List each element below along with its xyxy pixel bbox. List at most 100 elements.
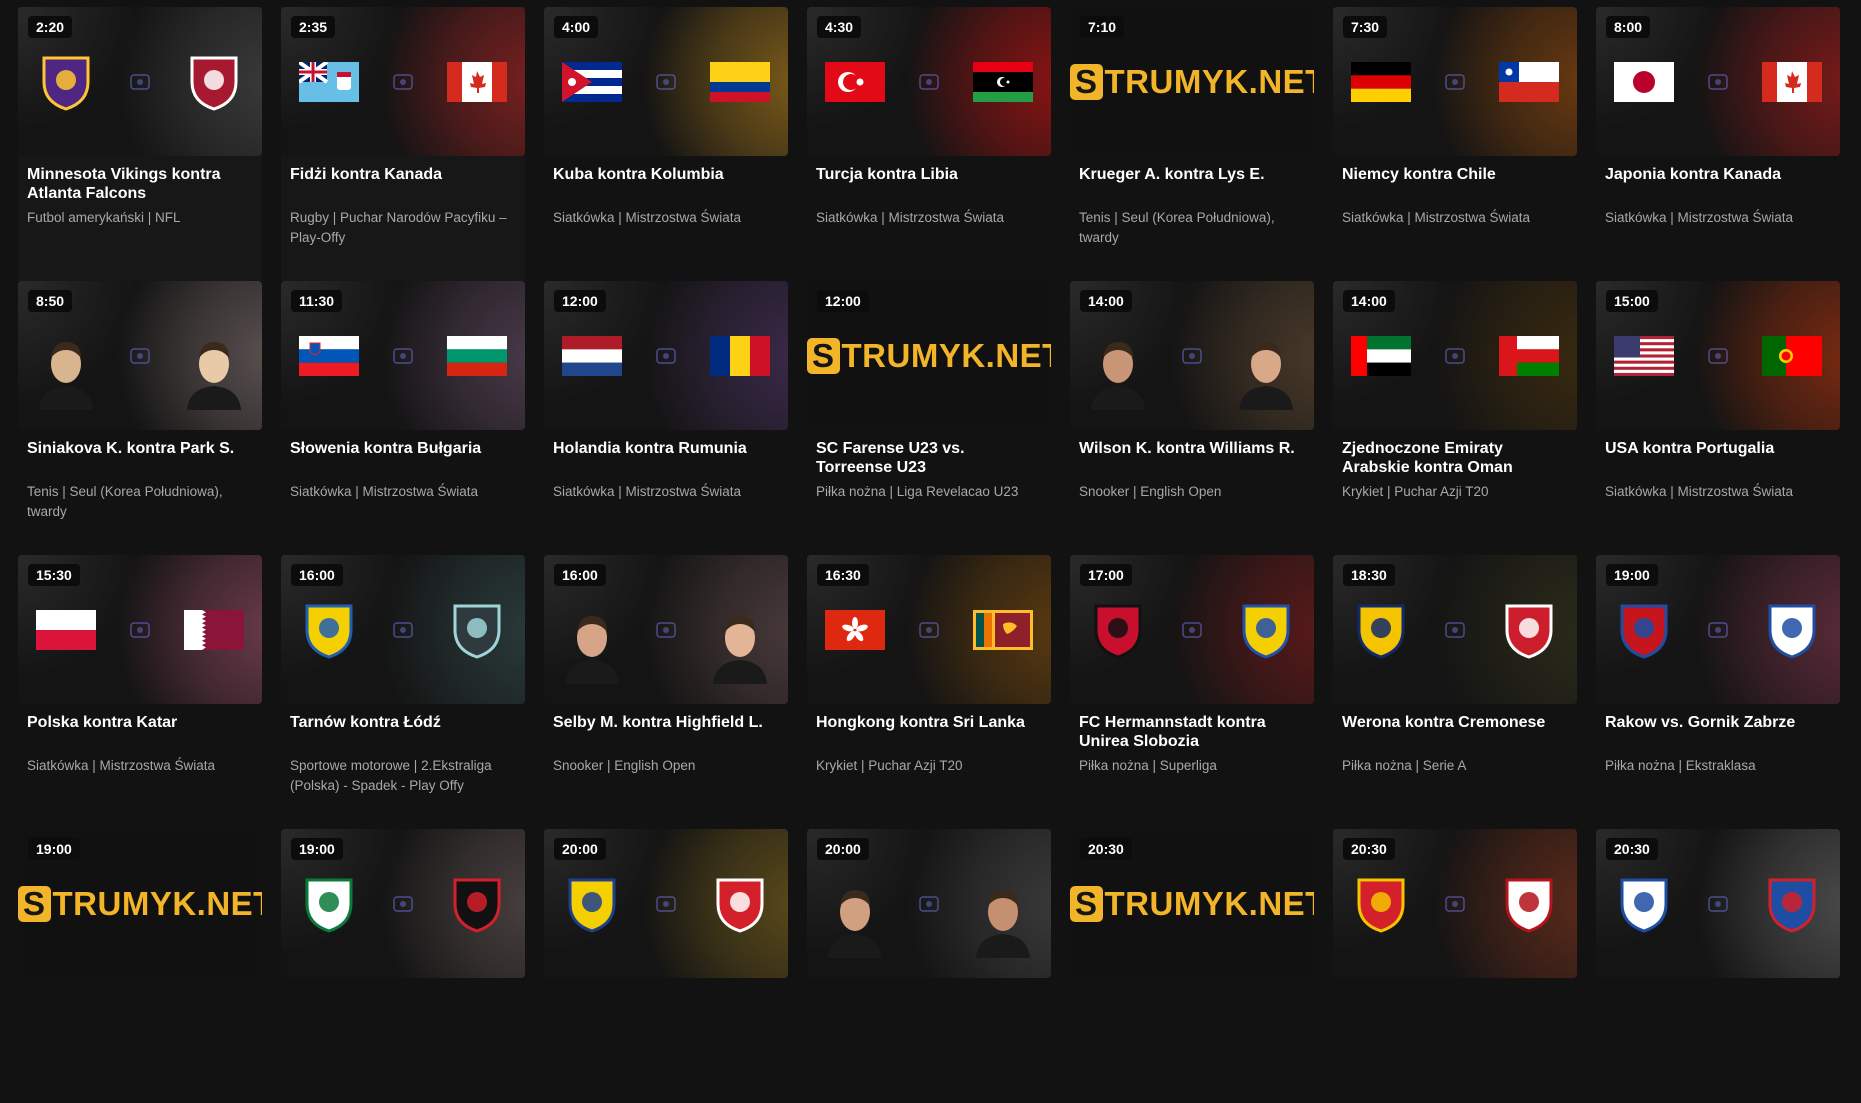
event-thumbnail[interactable]: 16:00: [281, 555, 525, 704]
event-title[interactable]: Japonia kontra Kanada: [1605, 165, 1830, 203]
event-title[interactable]: [27, 987, 252, 1025]
event-card[interactable]: 15:00 USA kontra Portugalia Siatkówka | M…: [1596, 281, 1840, 555]
event-thumbnail[interactable]: 8:50: [18, 281, 262, 430]
event-card[interactable]: 8:50 Siniakova K. kontra Park S. Tenis | …: [18, 281, 262, 555]
event-card[interactable]: 2:35 Fidżi kontra Kanada Rugby | Puchar N…: [281, 7, 525, 281]
player-right-photo: [183, 336, 245, 411]
event-card[interactable]: 19:00: [281, 829, 525, 1103]
event-card[interactable]: 20:30: [1596, 829, 1840, 1103]
player-left-photo: [1087, 336, 1149, 411]
event-thumbnail[interactable]: 2:20: [18, 7, 262, 156]
event-title[interactable]: [553, 987, 778, 1025]
event-thumbnail[interactable]: 20:30 STRUMYK.NET⚙: [1070, 829, 1314, 978]
event-title[interactable]: Zjednoczone Emiraty Arabskie kontra Oman: [1342, 439, 1567, 477]
event-thumbnail[interactable]: 4:30: [807, 7, 1051, 156]
event-title[interactable]: Krueger A. kontra Lys E.: [1079, 165, 1304, 203]
event-card[interactable]: 4:00 Kuba kontra Kolumbia Siatkówka | Mis…: [544, 7, 788, 281]
event-card[interactable]: 14:00 Zjednoczone Emiraty Arabskie kontr…: [1333, 281, 1577, 555]
event-thumbnail[interactable]: 16:30: [807, 555, 1051, 704]
event-card[interactable]: 18:30 Werona kontra Cremonese Piłka nożna…: [1333, 555, 1577, 829]
event-thumbnail[interactable]: 20:00: [807, 829, 1051, 978]
event-thumbnail[interactable]: 12:00 STRUMYK.NET⚙: [807, 281, 1051, 430]
event-title[interactable]: Polska kontra Katar: [27, 713, 252, 751]
event-title[interactable]: Turcja kontra Libia: [816, 165, 1041, 203]
event-title[interactable]: Holandia kontra Rumunia: [553, 439, 778, 477]
albacete-badge-icon: [1499, 874, 1559, 934]
flag-colombia-icon: [710, 61, 770, 102]
event-title[interactable]: [816, 987, 1041, 1025]
event-thumbnail[interactable]: 12:00: [544, 281, 788, 430]
event-thumbnail[interactable]: 11:30: [281, 281, 525, 430]
event-card[interactable]: 12:00 STRUMYK.NET⚙ SC Farense U23 vs. Torr…: [807, 281, 1051, 555]
event-thumbnail[interactable]: 7:30: [1333, 7, 1577, 156]
event-title[interactable]: Tarnów kontra Łódź: [290, 713, 515, 751]
event-thumbnail[interactable]: 7:10 STRUMYK.NET⚙: [1070, 7, 1314, 156]
event-card[interactable]: 11:30 Słowenia kontra Bułgaria Siatkówka …: [281, 281, 525, 555]
event-card[interactable]: 19:00 STRUMYK.NET⚙: [18, 829, 262, 1103]
event-thumbnail[interactable]: 17:00: [1070, 555, 1314, 704]
event-thumbnail[interactable]: 8:00: [1596, 7, 1840, 156]
event-title[interactable]: [1605, 987, 1830, 1025]
event-category: Piłka nożna | Superliga: [1079, 758, 1217, 773]
event-thumbnail[interactable]: 2:35: [281, 7, 525, 156]
event-title[interactable]: Kuba kontra Kolumbia: [553, 165, 778, 203]
event-title[interactable]: [1342, 987, 1567, 1025]
event-category: Tenis | Seul (Korea Południowa), twardy: [1079, 210, 1275, 245]
flag-libya-icon: [973, 61, 1033, 102]
event-category: Piłka nożna | Liga Revelacao U23: [816, 484, 1019, 499]
event-title[interactable]: [1079, 987, 1304, 1025]
event-thumbnail[interactable]: 4:00: [544, 7, 788, 156]
event-card[interactable]: 12:00 Holandia kontra Rumunia Siatkówka |…: [544, 281, 788, 555]
event-thumbnail[interactable]: 14:00: [1333, 281, 1577, 430]
event-thumbnail[interactable]: 20:30: [1333, 829, 1577, 978]
event-thumbnail[interactable]: 18:30: [1333, 555, 1577, 704]
event-card[interactable]: 8:00 Japonia kontra Kanada Siatkówka | Mi…: [1596, 7, 1840, 281]
event-title[interactable]: Siniakova K. kontra Park S.: [27, 439, 252, 477]
event-card[interactable]: 16:00 Selby M. kontra Highfield L. Snooke…: [544, 555, 788, 829]
event-time-badge: 7:10: [1080, 16, 1125, 38]
volley-icon: [655, 345, 677, 367]
event-category: Tenis | Seul (Korea Południowa), twardy: [27, 484, 223, 519]
snooker-icon: [655, 619, 677, 641]
event-title[interactable]: Rakow vs. Gornik Zabrze: [1605, 713, 1830, 751]
event-title[interactable]: FC Hermannstadt kontra Unirea Slobozia: [1079, 713, 1304, 751]
event-card[interactable]: 20:30: [1333, 829, 1577, 1103]
event-card[interactable]: 4:30 Turcja kontra Libia Siatkówka | Mist…: [807, 7, 1051, 281]
event-card[interactable]: 15:30 Polska kontra Katar Siatkówka | Mis…: [18, 555, 262, 829]
event-thumbnail[interactable]: 19:00: [1596, 555, 1840, 704]
event-title[interactable]: Wilson K. kontra Williams R.: [1079, 439, 1304, 477]
event-card[interactable]: 7:30 Niemcy kontra Chile Siatkówka | Mist…: [1333, 7, 1577, 281]
event-title[interactable]: [290, 987, 515, 1025]
event-card[interactable]: 19:00 Rakow vs. Gornik Zabrze Piłka nożna…: [1596, 555, 1840, 829]
event-title[interactable]: Hongkong kontra Sri Lanka: [816, 713, 1041, 751]
event-card[interactable]: 16:30 Hongkong kontra Sri Lanka Krykiet |…: [807, 555, 1051, 829]
event-card[interactable]: 20:30 STRUMYK.NET⚙: [1070, 829, 1314, 1103]
zaragoza-badge-icon: [1351, 874, 1411, 934]
event-thumbnail[interactable]: 19:00 STRUMYK.NET⚙: [18, 829, 262, 978]
event-card[interactable]: 2:20 Minnesota Vikings kontra Atlanta Fa…: [18, 7, 262, 281]
seriea-icon: [1444, 619, 1466, 641]
event-title[interactable]: Słowenia kontra Bułgaria: [290, 439, 515, 477]
event-title[interactable]: USA kontra Portugalia: [1605, 439, 1830, 477]
event-thumbnail[interactable]: 15:00: [1596, 281, 1840, 430]
event-thumbnail[interactable]: 15:30: [18, 555, 262, 704]
event-card[interactable]: 16:00 Tarnów kontra Łódź Sportowe motorow…: [281, 555, 525, 829]
event-thumbnail[interactable]: 14:00: [1070, 281, 1314, 430]
event-title[interactable]: Fidżi kontra Kanada: [290, 165, 515, 203]
event-card[interactable]: 20:00: [544, 829, 788, 1103]
event-card[interactable]: 17:00 FC Hermannstadt kontra Unirea Slob…: [1070, 555, 1314, 829]
event-thumbnail[interactable]: 20:00: [544, 829, 788, 978]
event-card[interactable]: 20:00: [807, 829, 1051, 1103]
event-thumbnail[interactable]: 16:00: [544, 555, 788, 704]
polonia-badge-icon: [1762, 874, 1822, 934]
event-title[interactable]: Selby M. kontra Highfield L.: [553, 713, 778, 751]
event-thumbnail[interactable]: 19:00: [281, 829, 525, 978]
event-title[interactable]: SC Farense U23 vs. Torreense U23: [816, 439, 1041, 477]
event-time-badge: 14:00: [1343, 290, 1395, 312]
event-title[interactable]: Werona kontra Cremonese: [1342, 713, 1567, 751]
event-title[interactable]: Niemcy kontra Chile: [1342, 165, 1567, 203]
event-title[interactable]: Minnesota Vikings kontra Atlanta Falcons: [27, 165, 252, 203]
event-card[interactable]: 7:10 STRUMYK.NET⚙ Krueger A. kontra Lys E.…: [1070, 7, 1314, 281]
event-card[interactable]: 14:00 Wilson K. kontra Williams R. Snooke…: [1070, 281, 1314, 555]
event-thumbnail[interactable]: 20:30: [1596, 829, 1840, 978]
